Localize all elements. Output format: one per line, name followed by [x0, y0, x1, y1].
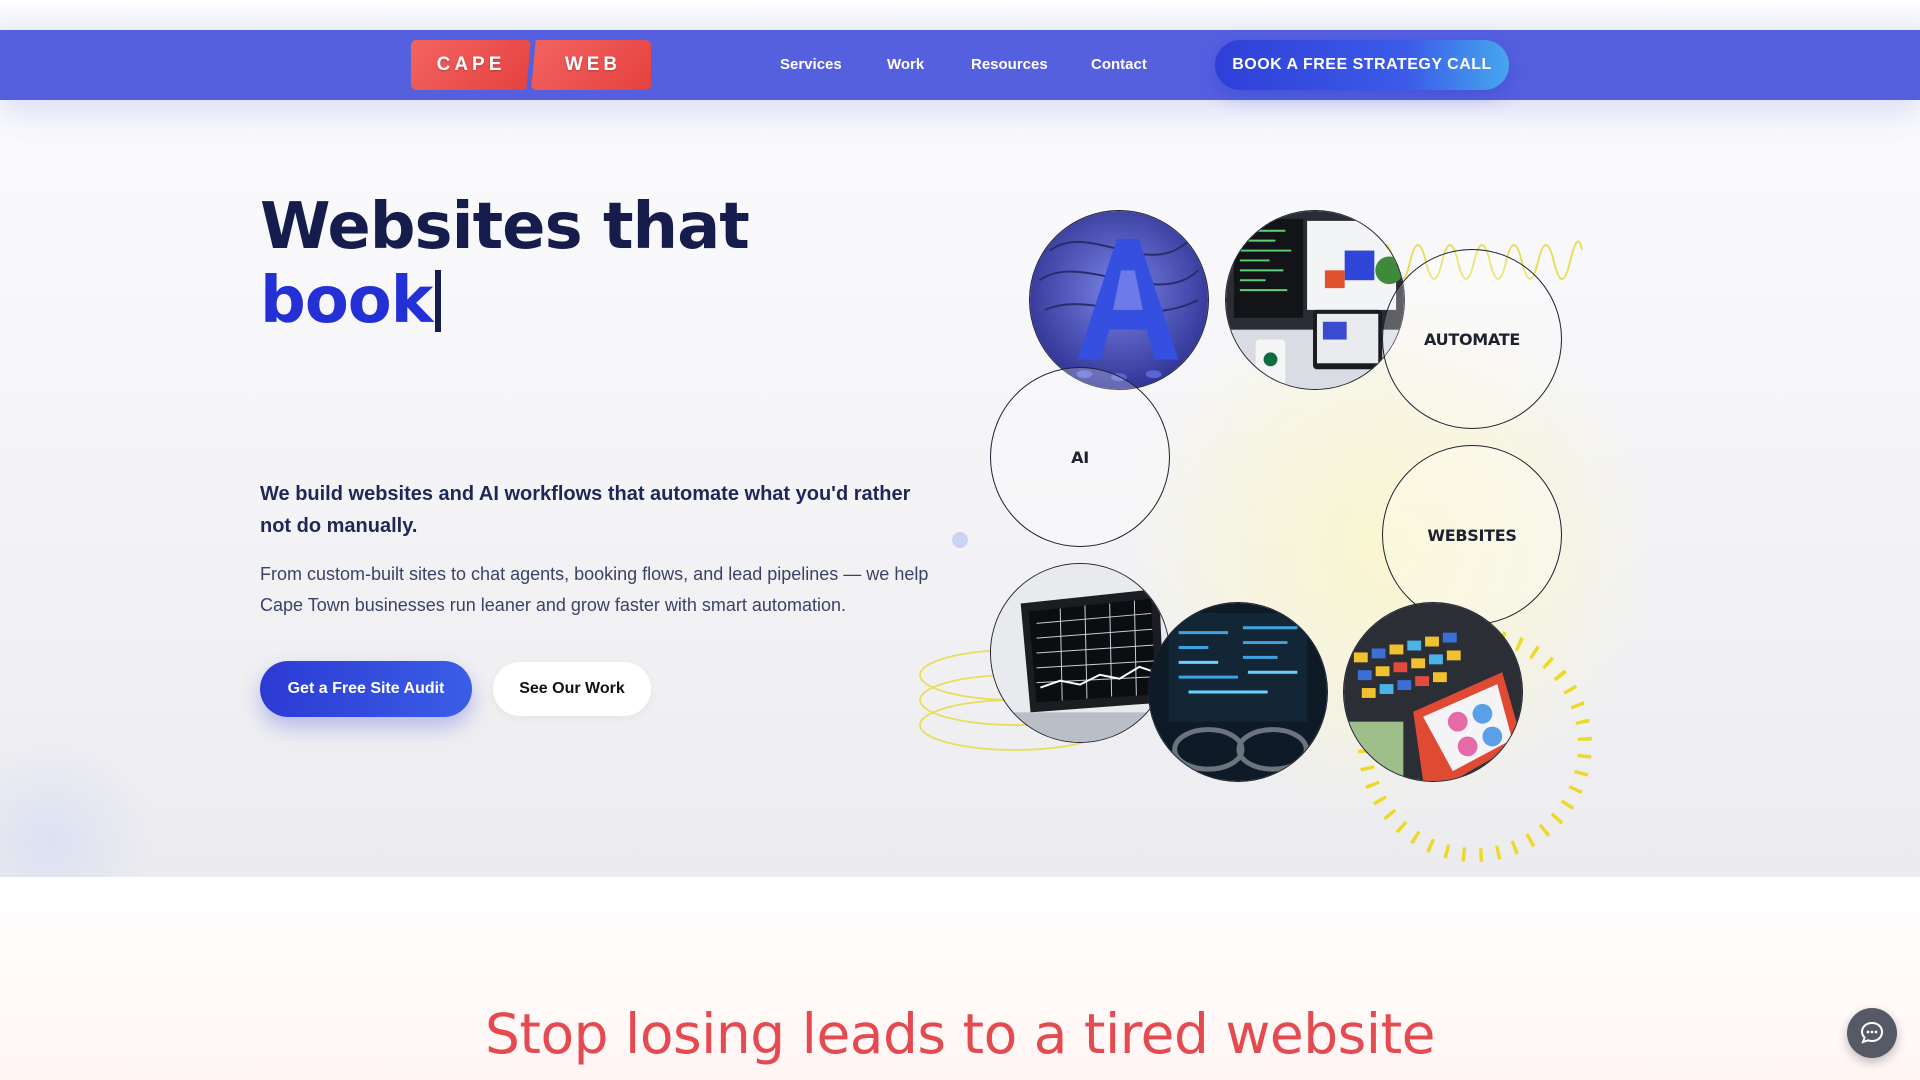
hero-subheading: We build websites and AI workflows that … [260, 483, 911, 537]
headline-line1: Websites that [260, 190, 750, 264]
bubble-automate: AUTOMATE [1382, 249, 1562, 429]
free-site-audit-button[interactable]: Get a Free Site Audit [260, 661, 472, 717]
bubble-image-code-glasses [1148, 602, 1328, 782]
bubble-image-devices [1225, 210, 1405, 390]
hero-blue-glow [0, 740, 160, 877]
see-our-work-button[interactable]: See Our Work [493, 662, 651, 716]
top-strip [0, 0, 1920, 30]
bubble-image-color-swatches [1343, 602, 1523, 782]
chat-widget-button[interactable] [1847, 1008, 1897, 1058]
bubble-websites: WEBSITES [1382, 445, 1562, 625]
color-swatches-photo-icon [1344, 603, 1522, 781]
logo-web: WEB [531, 40, 651, 90]
book-strategy-call-button[interactable]: BOOK A FREE STRATEGY CALL [1215, 40, 1509, 90]
typing-caret [435, 270, 442, 332]
letter-a-art-icon [1030, 211, 1208, 389]
hero-headline: Websites that book [260, 190, 750, 338]
nav-link-contact[interactable]: Contact [1091, 56, 1147, 73]
section2-title: Stop losing leads to a tired website [485, 1002, 1435, 1066]
chat-bubble-icon [1860, 1021, 1884, 1044]
bubble-ai: AI [990, 367, 1170, 547]
nav-link-work[interactable]: Work [887, 56, 924, 73]
headline-typed-word: book [260, 264, 433, 338]
nav-link-resources[interactable]: Resources [971, 56, 1048, 73]
logo[interactable]: CAPE WEB [411, 40, 651, 90]
pain-point-section: Stop losing leads to a tired website [0, 877, 1920, 1080]
hero-body: From custom-built sites to chat agents, … [260, 564, 929, 615]
devices-photo-icon [1226, 211, 1404, 389]
code-glasses-photo-icon [1149, 603, 1327, 781]
nav-link-services[interactable]: Services [780, 56, 842, 73]
navbar: CAPE WEB Services Work Resources Contact… [0, 30, 1920, 100]
laptop-chart-photo-icon [991, 564, 1169, 742]
logo-cape: CAPE [411, 40, 531, 90]
bubble-image-letter-a [1029, 210, 1209, 390]
bubble-image-laptop-chart [990, 563, 1170, 743]
